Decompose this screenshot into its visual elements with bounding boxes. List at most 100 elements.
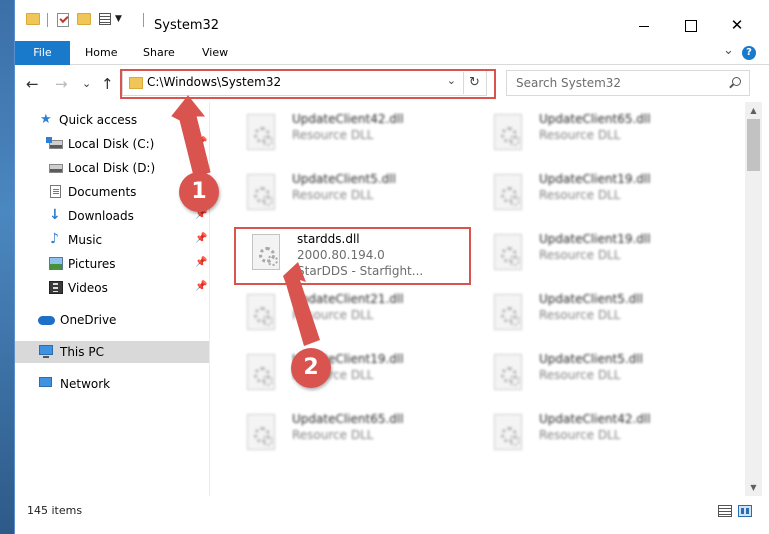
file-tile[interactable]: UpdateClient42.dll Resource DLL [485, 408, 717, 460]
scroll-up-arrow-icon[interactable]: ▲ [745, 102, 762, 119]
vertical-scrollbar[interactable]: ▲ ▼ [745, 102, 762, 496]
dll-file-icon [494, 354, 522, 390]
sidebar-item-pictures[interactable]: Pictures 📌 [15, 253, 209, 275]
file-tile[interactable]: UpdateClient19.dll Resource DLL [485, 168, 717, 220]
file-type: Resource DLL [292, 188, 374, 202]
pin-icon[interactable]: 📌 [195, 161, 207, 172]
sidebar-item-onedrive[interactable]: OneDrive [15, 309, 209, 331]
sidebar-item-music[interactable]: ♪ Music 📌 [15, 229, 209, 251]
file-name: UpdateClient65.dll [539, 112, 651, 126]
pin-icon[interactable]: 📌 [195, 281, 207, 292]
expand-ribbon-chevron-icon[interactable]: ⌄ [723, 43, 734, 58]
window-title: System32 [154, 18, 220, 33]
drive-icon [49, 164, 63, 173]
folder-icon[interactable] [26, 13, 40, 25]
close-button[interactable]: ✕ [714, 10, 760, 40]
file-type: Resource DLL [292, 308, 374, 322]
new-folder-icon[interactable] [77, 13, 91, 25]
file-tile[interactable]: UpdateClient21.dll Resource DLL [238, 288, 470, 340]
tab-share[interactable]: Share [143, 41, 175, 65]
sidebar-item-label: Music [68, 233, 103, 247]
videos-icon [49, 281, 63, 294]
file-explorer-window: ▼ System32 ✕ File Home Share View ⌄ ? ← … [14, 0, 769, 534]
forward-arrow-icon[interactable]: → [55, 74, 68, 94]
file-tile[interactable]: UpdateClient65.dll Resource DLL [485, 108, 717, 160]
pin-icon[interactable]: 📌 [195, 233, 207, 244]
file-type: Resource DLL [292, 128, 374, 142]
title-bar: ▼ System32 ✕ [15, 0, 769, 40]
star-icon: ★ [40, 112, 52, 127]
dll-file-icon [494, 234, 522, 270]
file-tile[interactable]: UpdateClient19.dll Resource DLL [485, 228, 717, 280]
file-name: UpdateClient19.dll [539, 172, 651, 186]
pin-icon[interactable]: 📌 [195, 137, 207, 148]
search-box[interactable]: Search System32 [506, 70, 750, 96]
file-type: Resource DLL [292, 428, 374, 442]
quick-access-toolbar-icon[interactable] [99, 13, 111, 25]
sidebar-item-local-disk-d[interactable]: Local Disk (D:) 📌 [15, 157, 209, 179]
tab-home[interactable]: Home [85, 41, 117, 65]
minimize-button[interactable] [621, 10, 667, 40]
sidebar-item-downloads[interactable]: ↓ Downloads 📌 [15, 205, 209, 227]
file-tile[interactable]: UpdateClient5.dll Resource DLL [485, 288, 717, 340]
file-tile[interactable]: UpdateClient42.dll Resource DLL [238, 108, 470, 160]
file-highlight [234, 227, 471, 285]
sidebar-item-label: This PC [60, 345, 104, 359]
dll-file-icon [247, 114, 275, 150]
maximize-button[interactable] [667, 10, 713, 40]
scroll-down-arrow-icon[interactable]: ▼ [745, 479, 762, 496]
file-type: Resource DLL [539, 428, 621, 442]
pin-icon[interactable]: 📌 [195, 257, 207, 268]
recent-locations-chevron-icon[interactable]: ⌄ [82, 74, 91, 94]
dll-file-icon [247, 414, 275, 450]
title-separator [143, 13, 144, 27]
navigation-pane: ★ Quick access Local Disk (C:) 📌 Local D… [15, 102, 209, 496]
sidebar-item-quick-access[interactable]: ★ Quick access [15, 109, 209, 131]
sidebar-item-label: Local Disk (C:) [68, 137, 155, 151]
tab-file[interactable]: File [15, 41, 70, 65]
tab-view[interactable]: View [202, 41, 228, 65]
sidebar-item-network[interactable]: Network [15, 373, 209, 395]
file-name: UpdateClient5.dll [539, 292, 643, 306]
sidebar-item-this-pc[interactable]: This PC [15, 341, 209, 363]
file-type: Resource DLL [539, 308, 621, 322]
dll-file-icon [494, 294, 522, 330]
file-name: UpdateClient5.dll [539, 352, 643, 366]
help-icon[interactable]: ? [742, 46, 756, 60]
network-icon [39, 377, 52, 387]
search-icon[interactable] [729, 77, 741, 89]
scrollbar-thumb[interactable] [747, 119, 760, 171]
file-list: UpdateClient42.dll Resource DLL UpdateCl… [210, 102, 745, 496]
sidebar-item-videos[interactable]: Videos 📌 [15, 277, 209, 299]
file-name: UpdateClient5.dll [292, 172, 396, 186]
dll-file-icon [247, 294, 275, 330]
sidebar-item-label: Network [60, 377, 111, 391]
file-name: UpdateClient65.dll [292, 412, 404, 426]
this-pc-icon [39, 345, 53, 358]
file-tile[interactable]: UpdateClient65.dll Resource DLL [238, 408, 470, 460]
properties-check-icon[interactable] [57, 13, 69, 27]
file-name: UpdateClient42.dll [539, 412, 651, 426]
file-tile[interactable]: UpdateClient5.dll Resource DLL [238, 168, 470, 220]
dll-file-icon [494, 114, 522, 150]
file-tile[interactable]: UpdateClient5.dll Resource DLL [485, 348, 717, 400]
step-1-badge: 1 [179, 172, 219, 212]
up-arrow-icon[interactable]: ↑ [101, 74, 114, 94]
toolbar-separator [47, 13, 48, 27]
address-bar-highlight [120, 69, 496, 99]
file-name: UpdateClient42.dll [292, 112, 404, 126]
dll-file-icon [494, 414, 522, 450]
ribbon-tabs: File Home Share View ⌄ ? [15, 40, 769, 65]
customize-toolbar-chevron-icon[interactable]: ▼ [115, 14, 122, 24]
tiles-view-icon[interactable] [738, 505, 752, 517]
status-bar: 145 items [15, 496, 769, 521]
music-icon: ♪ [50, 231, 59, 247]
file-type: Resource DLL [539, 248, 621, 262]
search-input[interactable]: Search System32 [516, 76, 621, 90]
documents-icon [50, 185, 61, 198]
sidebar-item-local-disk-c[interactable]: Local Disk (C:) 📌 [15, 133, 209, 155]
details-view-icon[interactable] [718, 505, 732, 517]
file-tile[interactable]: UpdateClient19.dll Resource DLL [238, 348, 470, 400]
onedrive-icon [38, 316, 55, 325]
back-arrow-icon[interactable]: ← [26, 74, 39, 94]
